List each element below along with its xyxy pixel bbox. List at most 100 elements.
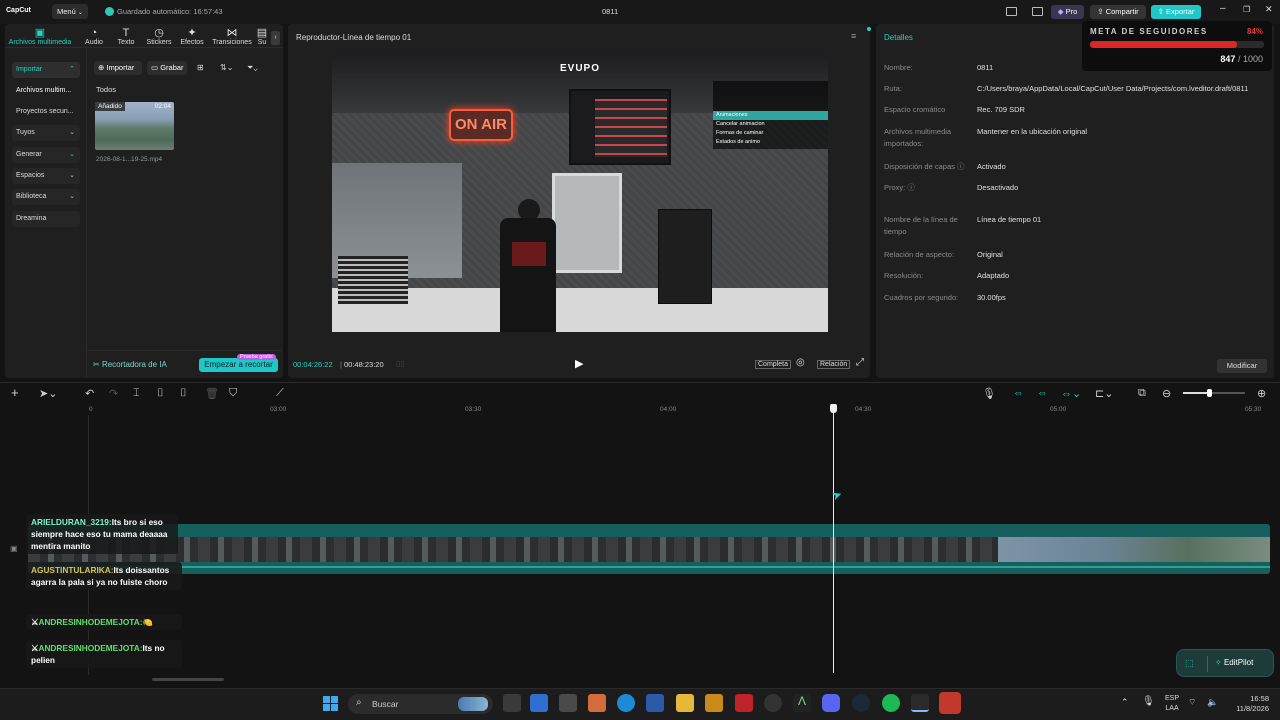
aspect-ratio-button[interactable]: Relación	[817, 360, 851, 369]
edge-icon[interactable]	[617, 694, 635, 712]
pro-button[interactable]: ◆ Pro	[1051, 5, 1084, 19]
captions-icon[interactable]: ⧉	[1138, 387, 1146, 400]
chat-message: AGUSTINTULARIKA:Its doissantos agarra la…	[26, 562, 182, 590]
taskbar-search[interactable]: ⌕ Buscar	[348, 694, 493, 714]
playhead-handle[interactable]	[830, 404, 837, 413]
language-indicator[interactable]: ESP LAA	[1165, 694, 1179, 714]
capcut-taskbar-icon[interactable]	[911, 694, 929, 712]
magic-wand-icon[interactable]: ⟋	[276, 387, 284, 400]
tray-chevron-icon[interactable]: ⌃	[1121, 697, 1129, 708]
nav-library[interactable]: Biblioteca ⌄	[12, 189, 80, 205]
layout-icon[interactable]	[1006, 7, 1017, 16]
video-clip[interactable]	[28, 524, 1270, 574]
nav-generate[interactable]: Generar ⌄	[12, 147, 80, 163]
microphone-icon[interactable]: 🎙	[982, 387, 996, 400]
media-thumbnail[interactable]: Añadido 02:04	[95, 102, 174, 150]
redo-icon[interactable]: ↷	[109, 387, 118, 400]
preview-axis-icon[interactable]: ⇔⌄	[1061, 387, 1081, 400]
maximize-icon[interactable]: ❐	[1243, 5, 1250, 14]
shortcuts-icon[interactable]	[1032, 7, 1043, 16]
grid-view-icon[interactable]: ⊞	[197, 63, 204, 72]
volume-icon[interactable]: 🔈	[1207, 697, 1218, 708]
player-title: Reproductor-Línea de tiempo 01	[296, 33, 412, 42]
store-icon[interactable]	[559, 694, 577, 712]
record-button[interactable]: ▭ Grabar	[147, 61, 187, 75]
select-tool-icon[interactable]: ➤⌄	[39, 387, 57, 400]
video-preview[interactable]: ON AIR EVUPO Animaciones Cancelar animac…	[332, 53, 828, 332]
fullscreen-icon[interactable]: ⤢	[856, 357, 864, 368]
tray-microphone-icon[interactable]: 🎙	[1142, 696, 1155, 707]
spotify-icon[interactable]	[882, 694, 900, 712]
timeline-scrollbar[interactable]	[152, 678, 224, 681]
sublime-icon[interactable]	[705, 694, 723, 712]
tab-stickers[interactable]: ◷ Stickers	[141, 27, 177, 46]
pointer-icon[interactable]: ⬚	[1185, 658, 1194, 669]
start-cutting-button[interactable]: Empezar a recortar	[199, 358, 278, 372]
nav-yours[interactable]: Tuyos ⌄	[12, 125, 80, 141]
nav-dreamina[interactable]: Dreamina	[12, 211, 80, 227]
steam-icon[interactable]	[852, 694, 870, 712]
tab-transitions[interactable]: ⋈ Transiciones	[210, 27, 254, 46]
shield-icon[interactable]: ⛉	[229, 387, 237, 400]
autosave-status: Guardado automático: 16:57:43	[117, 7, 223, 16]
minimize-icon[interactable]: –	[1220, 3, 1226, 14]
link-clips-icon[interactable]: ⇔	[1013, 387, 1024, 399]
clock[interactable]: 16:58 11/8/2026	[1225, 694, 1269, 714]
tab-audio[interactable]: ◔ Audio	[76, 27, 112, 46]
snapshot-icon[interactable]: ◎	[796, 357, 805, 368]
tab-text[interactable]: T Texto	[108, 27, 144, 46]
full-quality-button[interactable]: Completa	[755, 360, 791, 369]
nav-spaces[interactable]: Espacios ⌄	[12, 168, 80, 184]
zoom-in-icon[interactable]: ⊕	[1257, 387, 1266, 400]
menu-button[interactable]: Menú ⌄	[52, 4, 88, 19]
search-highlight-icon	[458, 697, 488, 711]
task-view-icon[interactable]	[503, 694, 521, 712]
tab-subtitles[interactable]: ▤ Su	[255, 27, 269, 46]
editpilot-button[interactable]: ✧ EditPilot	[1215, 658, 1253, 667]
nvidia-icon[interactable]: Ʌ	[793, 694, 811, 712]
recording-app-icon[interactable]	[939, 692, 961, 714]
github-icon[interactable]	[764, 694, 782, 712]
player-menu-icon[interactable]: ≡	[851, 31, 856, 41]
file-explorer-icon[interactable]	[676, 694, 694, 712]
nav-secondary-projects[interactable]: Proyectos secun...	[12, 104, 80, 120]
import-button[interactable]: ⊕ Importar	[94, 61, 142, 75]
close-icon[interactable]: ✕	[1265, 4, 1273, 15]
export-button[interactable]: ⇧ Exportar	[1151, 5, 1201, 19]
filter-icon[interactable]: ⏷⌄	[247, 63, 258, 73]
tab-effects[interactable]: ✦ Efectos	[174, 27, 210, 46]
tabs-scroll-right[interactable]: ›	[271, 31, 280, 45]
magnet-icon[interactable]: ⇔	[1037, 387, 1048, 399]
outlook-icon[interactable]	[530, 694, 548, 712]
zoom-out-icon[interactable]: ⊖	[1162, 387, 1171, 400]
discord-icon[interactable]	[822, 694, 840, 712]
tab-media[interactable]: ▣ Archivos multimedia	[5, 27, 75, 46]
nav-import[interactable]: Importar ⌃	[12, 62, 80, 78]
modify-button[interactable]: Modificar	[1217, 359, 1267, 373]
split-left-icon[interactable]: ⌷	[157, 387, 164, 400]
detail-label-timeline-name: Nombre de la línea de tiempo	[884, 215, 958, 236]
editpilot-widget[interactable]: ⬚ ✧ EditPilot	[1176, 649, 1274, 677]
zoom-slider[interactable]	[1183, 389, 1245, 397]
network-icon[interactable]: ⌔	[1188, 697, 1196, 708]
track-cover-icon[interactable]: ▣	[10, 544, 18, 553]
sort-icon[interactable]: ⇅⌄	[220, 63, 233, 72]
sticker-stack	[338, 256, 408, 304]
share-button[interactable]: ⇪ Compartir	[1090, 5, 1146, 19]
undo-icon[interactable]: ↶	[85, 387, 94, 400]
game-launcher-icon[interactable]	[735, 694, 753, 712]
playhead-line[interactable]	[833, 408, 834, 673]
follower-progress-fill	[1090, 41, 1238, 48]
photos-icon[interactable]	[588, 694, 606, 712]
zoom-slider-handle[interactable]	[1207, 389, 1212, 397]
detail-label-path: Ruta:	[884, 84, 902, 93]
track-mode-icon[interactable]: ⊏⌄	[1095, 387, 1113, 400]
windows-start-icon[interactable]	[323, 696, 338, 711]
delete-icon[interactable]: 🗑	[205, 387, 219, 400]
nav-media[interactable]: Archivos multim...	[12, 83, 80, 99]
split-icon[interactable]: ⌶	[133, 387, 140, 400]
add-track-icon[interactable]: +	[11, 385, 19, 400]
split-right-icon[interactable]: ⌷	[180, 387, 187, 400]
play-icon[interactable]: ▶	[575, 357, 583, 370]
teams-icon[interactable]	[646, 694, 664, 712]
